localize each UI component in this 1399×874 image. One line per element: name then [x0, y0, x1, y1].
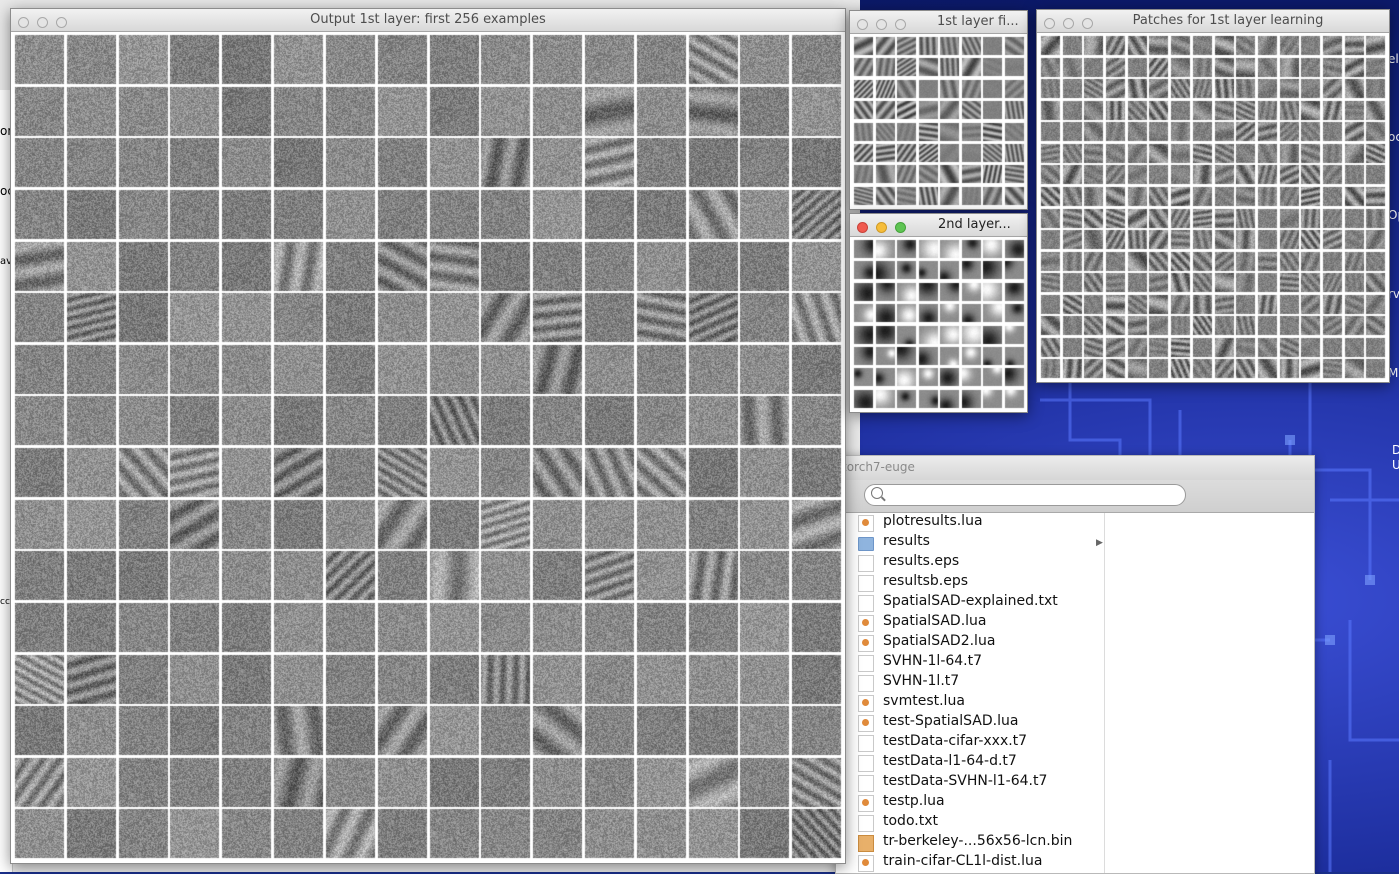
file-name: test-SpatialSAD.lua — [883, 713, 1019, 729]
file-name: results — [883, 533, 930, 549]
document-icon — [858, 575, 874, 592]
output-first-layer-window[interactable]: Output 1st layer: first 256 examples — [10, 8, 846, 864]
document-icon — [858, 755, 874, 772]
patches-window-titlebar[interactable]: Patches for 1st layer learning — [1037, 10, 1389, 33]
output-feature-map-grid — [12, 32, 844, 861]
document-icon — [858, 595, 874, 612]
patches-window[interactable]: Patches for 1st layer learning — [1036, 9, 1390, 383]
second-layer-filters-grid — [851, 237, 1026, 411]
document-icon — [858, 555, 874, 572]
finder-file-column[interactable] — [836, 513, 1105, 873]
zoom-button[interactable] — [56, 17, 67, 28]
file-name: resultsb.eps — [883, 573, 969, 589]
first-layer-filters-window[interactable]: 1st layer fi... — [849, 10, 1028, 210]
minimize-button[interactable] — [1063, 18, 1074, 29]
minimize-button[interactable] — [876, 19, 887, 30]
close-button[interactable] — [18, 17, 29, 28]
first-layer-filters-grid — [851, 34, 1026, 208]
file-name: SVHN-1l.t7 — [883, 673, 960, 689]
zoom-button[interactable] — [1082, 18, 1093, 29]
document-icon — [858, 735, 874, 752]
lua-file-icon — [858, 715, 874, 732]
lua-file-icon — [858, 515, 874, 532]
lua-file-icon — [858, 615, 874, 632]
filters-window-title: 1st layer fi... — [937, 14, 1019, 29]
second-window-title: 2nd layer... — [938, 217, 1011, 232]
document-icon — [858, 675, 874, 692]
file-name: todo.txt — [883, 813, 938, 829]
close-button[interactable] — [1044, 18, 1055, 29]
lua-file-icon — [858, 635, 874, 652]
edge-text-fragment: U — [1392, 458, 1399, 472]
folder-icon — [858, 537, 874, 551]
file-name: testData-l1-64-d.t7 — [883, 753, 1017, 769]
filters-window-titlebar[interactable]: 1st layer fi... — [850, 11, 1027, 34]
second-layer-window[interactable]: 2nd layer... — [849, 213, 1028, 413]
binary-file-icon — [858, 835, 874, 852]
file-name: testData-cifar-xxx.t7 — [883, 733, 1028, 749]
file-name: testData-SVHN-l1-64.t7 — [883, 773, 1048, 789]
close-button[interactable] — [857, 19, 868, 30]
document-icon — [858, 655, 874, 672]
file-name: tr-berkeley-...56x56-lcn.bin — [883, 833, 1073, 849]
search-icon — [871, 487, 883, 499]
file-name: plotresults.lua — [883, 513, 983, 529]
file-name: SVHN-1l-64.t7 — [883, 653, 983, 669]
file-name: testp.lua — [883, 793, 945, 809]
close-button[interactable] — [857, 222, 868, 233]
file-name: SpatialSAD-explained.txt — [883, 593, 1058, 609]
finder-window[interactable]: torch7-euge ▶ plotresults.lua results resu… — [835, 455, 1315, 874]
second-window-titlebar[interactable]: 2nd layer... — [850, 214, 1027, 237]
zoom-button[interactable] — [895, 19, 906, 30]
file-name: results.eps — [883, 553, 960, 569]
zoom-button[interactable] — [895, 222, 906, 233]
document-icon — [858, 815, 874, 832]
lua-file-icon — [858, 695, 874, 712]
disclosure-arrow-icon[interactable]: ▶ — [1096, 538, 1103, 548]
minimize-button[interactable] — [37, 17, 48, 28]
output-window-titlebar[interactable]: Output 1st layer: first 256 examples — [11, 9, 845, 32]
lua-file-icon — [858, 795, 874, 812]
output-window-title: Output 1st layer: first 256 examples — [310, 12, 546, 27]
file-name: SpatialSAD.lua — [883, 613, 987, 629]
finder-title: torch7-euge — [842, 460, 915, 474]
finder-search-field[interactable] — [864, 484, 1186, 506]
file-name: train-cifar-CL1l-dist.lua — [883, 853, 1043, 869]
file-name: SpatialSAD2.lua — [883, 633, 996, 649]
minimize-button[interactable] — [876, 222, 887, 233]
finder-toolbar — [836, 480, 1314, 513]
patches-window-title: Patches for 1st layer learning — [1132, 13, 1324, 28]
document-icon — [858, 775, 874, 792]
lua-file-icon — [858, 855, 874, 872]
file-name: svmtest.lua — [883, 693, 965, 709]
patches-grid — [1038, 33, 1388, 381]
finder-titlebar[interactable]: torch7-euge — [836, 456, 1314, 481]
bg-text-fragment: cc — [0, 597, 10, 607]
edge-text-fragment: D — [1392, 443, 1399, 457]
